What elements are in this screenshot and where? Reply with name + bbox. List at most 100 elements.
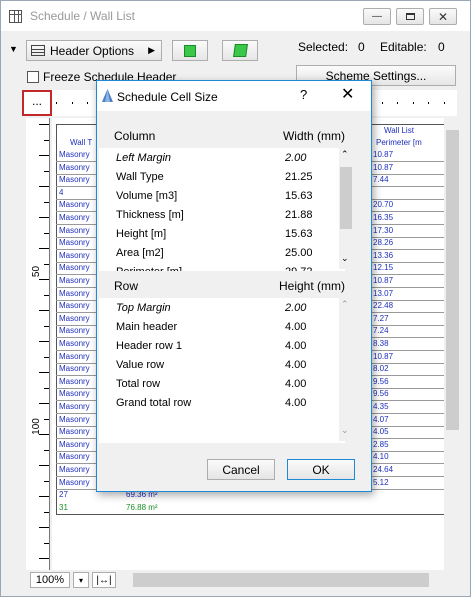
close-window-button[interactable]: ✕ (429, 8, 457, 25)
row-size-value[interactable]: 4.00 (285, 378, 306, 390)
sheet-cell-perimeter[interactable]: 7.27 (373, 314, 389, 323)
sheet-cell-perimeter[interactable]: 4.05 (373, 427, 389, 436)
column-size-value[interactable]: 21.25 (285, 171, 313, 183)
sheet-cell-perimeter[interactable]: 5.12 (373, 478, 389, 487)
sheet-cell-wall-type[interactable]: Masonry (59, 301, 90, 310)
freeze-header-checkbox[interactable] (27, 71, 39, 83)
scroll-down-icon[interactable]: ⌄ (341, 253, 349, 264)
vertical-scroll-thumb[interactable] (446, 130, 459, 430)
row-size-row[interactable]: Top Margin 2.00 (99, 298, 345, 317)
sheet-cell-wall-type[interactable]: Masonry (59, 238, 90, 247)
sheet-cell-perimeter[interactable]: 12.15 (373, 263, 393, 272)
sheet-cell-perimeter[interactable]: 24.64 (373, 465, 393, 474)
sheet-cell-wall-type[interactable]: Masonry (59, 175, 90, 184)
row-size-row[interactable]: Total row 4.00 (99, 374, 345, 393)
sheet-cell-perimeter[interactable]: 8.02 (373, 364, 389, 373)
column-size-row[interactable]: Perimeter [m]29.72 (99, 262, 345, 272)
column-size-row[interactable]: Thickness [m] 21.88 (99, 205, 345, 224)
sheet-cell-perimeter[interactable]: 10.87 (373, 352, 393, 361)
sheet-cell-wall-type[interactable]: Masonry (59, 289, 90, 298)
dialog-close-icon[interactable]: ✕ (341, 84, 354, 104)
zoom-field[interactable]: 100% (30, 572, 70, 588)
header-options-button[interactable]: Header Options ▶ (26, 40, 162, 61)
sheet-cell-wall-type[interactable]: Masonry (59, 276, 90, 285)
sheet-cell-perimeter[interactable]: 7.24 (373, 326, 389, 335)
column-size-value[interactable]: 15.63 (285, 228, 313, 240)
row-size-value[interactable]: 4.00 (285, 340, 306, 352)
column-size-row[interactable]: Height [m] 15.63 (99, 224, 345, 243)
sheet-cell-wall-type[interactable]: Masonry (59, 465, 90, 474)
sheet-cell-perimeter[interactable]: 2.85 (373, 440, 389, 449)
sheet-cell-perimeter[interactable]: 10.87 (373, 163, 393, 172)
sheet-cell-wall-type[interactable]: Masonry (59, 440, 90, 449)
row-size-value[interactable]: 4.00 (285, 321, 306, 333)
column-panel-scrollbar[interactable]: ⌃ ⌄ (339, 147, 353, 269)
sheet-cell-wall-type[interactable]: Masonry (59, 251, 90, 260)
zoom-dropdown-icon[interactable]: ▾ (73, 572, 89, 588)
sheet-cell-perimeter[interactable]: 4.07 (373, 415, 389, 424)
column-size-row[interactable]: Volume [m3] 15.63 (99, 186, 345, 205)
column-scroll-thumb[interactable] (340, 167, 352, 229)
column-size-value[interactable]: 29.72 (285, 266, 313, 272)
sheet-cell-wall-type[interactable]: Masonry (59, 389, 90, 398)
row-size-row[interactable]: Main header 4.00 (99, 317, 345, 336)
sheet-cell-perimeter[interactable]: 8.38 (373, 339, 389, 348)
column-size-value[interactable]: 15.63 (285, 190, 313, 202)
horizontal-scroll-thumb[interactable] (133, 573, 429, 587)
row-size-value[interactable]: 2.00 (285, 302, 306, 314)
sheet-cell-perimeter[interactable]: 7.44 (373, 175, 389, 184)
fit-width-icon[interactable]: |↔| (92, 572, 116, 588)
sheet-cell-wall-type[interactable]: Masonry (59, 427, 90, 436)
sheet-cell-perimeter[interactable]: 17.30 (373, 226, 393, 235)
sheet-cell-wall-type[interactable]: Masonry (59, 452, 90, 461)
maximize-button[interactable] (396, 8, 424, 25)
help-button[interactable]: ? (300, 87, 307, 102)
row-panel-scrollbar[interactable]: ⌃ ⌄ (339, 297, 353, 441)
column-size-value[interactable]: 21.88 (285, 209, 313, 221)
cancel-button[interactable]: Cancel (207, 459, 275, 480)
toolbar-menu-arrow-icon[interactable]: ▼ (9, 44, 18, 54)
column-size-value[interactable]: 2.00 (285, 152, 306, 164)
row-size-value[interactable]: 4.00 (285, 359, 306, 371)
sheet-cell-perimeter[interactable]: 28.26 (373, 238, 393, 247)
sheet-cell-wall-type[interactable]: Masonry (59, 364, 90, 373)
sheet-cell-wall-type[interactable]: Masonry (59, 377, 90, 386)
row-size-row[interactable]: Header row 1 4.00 (99, 336, 345, 355)
row-size-row[interactable]: Grand total row 4.00 (99, 393, 345, 412)
sheet-cell-perimeter[interactable]: 10.87 (373, 150, 393, 159)
column-size-value[interactable]: 25.00 (285, 247, 313, 259)
sheet-cell-wall-type[interactable]: Masonry (59, 314, 90, 323)
scroll-up-icon[interactable]: ⌃ (341, 149, 349, 160)
sheet-cell-wall-type[interactable]: Masonry (59, 339, 90, 348)
row-size-value[interactable]: 4.00 (285, 397, 306, 409)
sheet-cell-wall-type[interactable]: 4 (59, 188, 63, 197)
sheet-cell-perimeter[interactable]: 9.56 (373, 389, 389, 398)
ok-button[interactable]: OK (287, 459, 355, 480)
row-scroll-up-icon[interactable]: ⌃ (341, 299, 349, 310)
sheet-cell-perimeter[interactable]: 13.36 (373, 251, 393, 260)
sheet-cell-perimeter[interactable]: 16.35 (373, 213, 393, 222)
sheet-cell-perimeter[interactable]: 22.48 (373, 301, 393, 310)
row-size-row[interactable]: Value row 4.00 (99, 355, 345, 374)
sheet-cell-wall-type[interactable]: Masonry (59, 326, 90, 335)
column-size-row[interactable]: Left Margin 2.00 (99, 148, 345, 167)
sheet-cell-perimeter[interactable]: 20.70 (373, 200, 393, 209)
row-scroll-down-icon[interactable]: ⌄ (341, 425, 349, 436)
sheet-cell-wall-type[interactable]: Masonry (59, 200, 90, 209)
sheet-cell-wall-type[interactable]: Masonry (59, 213, 90, 222)
sheet-cell-perimeter[interactable]: 4.35 (373, 402, 389, 411)
select-3d-button[interactable] (222, 40, 258, 61)
sheet-cell-wall-type[interactable]: Masonry (59, 263, 90, 272)
sheet-cell-wall-type[interactable]: Masonry (59, 352, 90, 361)
sheet-cell-perimeter[interactable]: 13.07 (373, 289, 393, 298)
sheet-cell-wall-type[interactable]: Masonry (59, 402, 90, 411)
select-element-button[interactable] (172, 40, 208, 61)
column-size-row[interactable]: Area [m2] 25.00 (99, 243, 345, 262)
cell-size-button[interactable]: ... (22, 90, 52, 116)
sheet-cell-wall-type[interactable]: Masonry (59, 478, 90, 487)
column-size-row[interactable]: Wall Type 21.25 (99, 167, 345, 186)
sheet-cell-wall-type[interactable]: Masonry (59, 163, 90, 172)
sheet-cell-wall-type[interactable]: Masonry (59, 150, 90, 159)
sheet-cell-wall-type[interactable]: Masonry (59, 415, 90, 424)
sheet-cell-perimeter[interactable]: 9.56 (373, 377, 389, 386)
